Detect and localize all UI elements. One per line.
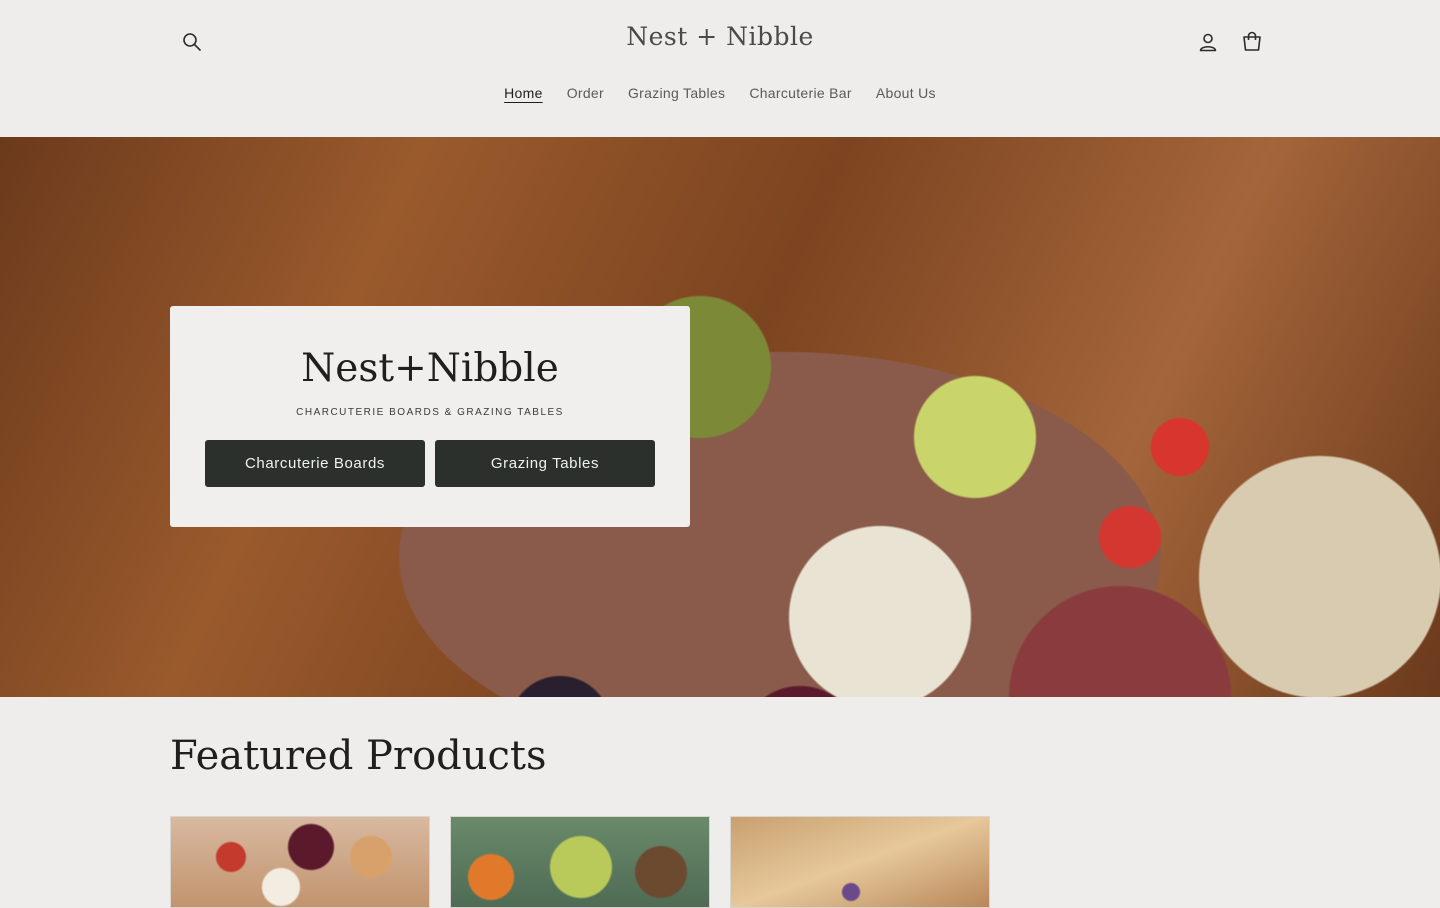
hero-title: Nest+Nibble [301,346,559,391]
account-button[interactable] [1190,24,1226,60]
featured-title: Featured Products [170,733,547,779]
product-card-image[interactable] [450,816,710,908]
nav-about-us[interactable]: About Us [876,85,936,101]
cart-button[interactable] [1234,24,1270,60]
grazing-tables-button[interactable]: Grazing Tables [435,440,655,487]
hero-banner: Nest+Nibble CHARCUTERIE BOARDS & GRAZING… [0,137,1440,697]
user-icon [1199,33,1217,52]
hero-subtitle: CHARCUTERIE BOARDS & GRAZING TABLES [296,407,564,418]
cart-icon [1243,31,1261,51]
hero-card: Nest+Nibble CHARCUTERIE BOARDS & GRAZING… [170,306,690,527]
nav-grazing-tables[interactable]: Grazing Tables [628,85,725,101]
main-nav: Home Order Grazing Tables Charcuterie Ba… [0,85,1440,101]
product-card-image[interactable] [730,816,990,908]
nav-home[interactable]: Home [504,85,543,101]
site-header: Nest + Nibble Home Order Grazing Tables … [0,0,1440,137]
charcuterie-boards-button[interactable]: Charcuterie Boards [205,440,425,487]
featured-products-section: Featured Products [0,697,1440,908]
product-card-image[interactable] [170,816,430,908]
nav-order[interactable]: Order [567,85,604,101]
nav-charcuterie-bar[interactable]: Charcuterie Bar [749,85,852,101]
